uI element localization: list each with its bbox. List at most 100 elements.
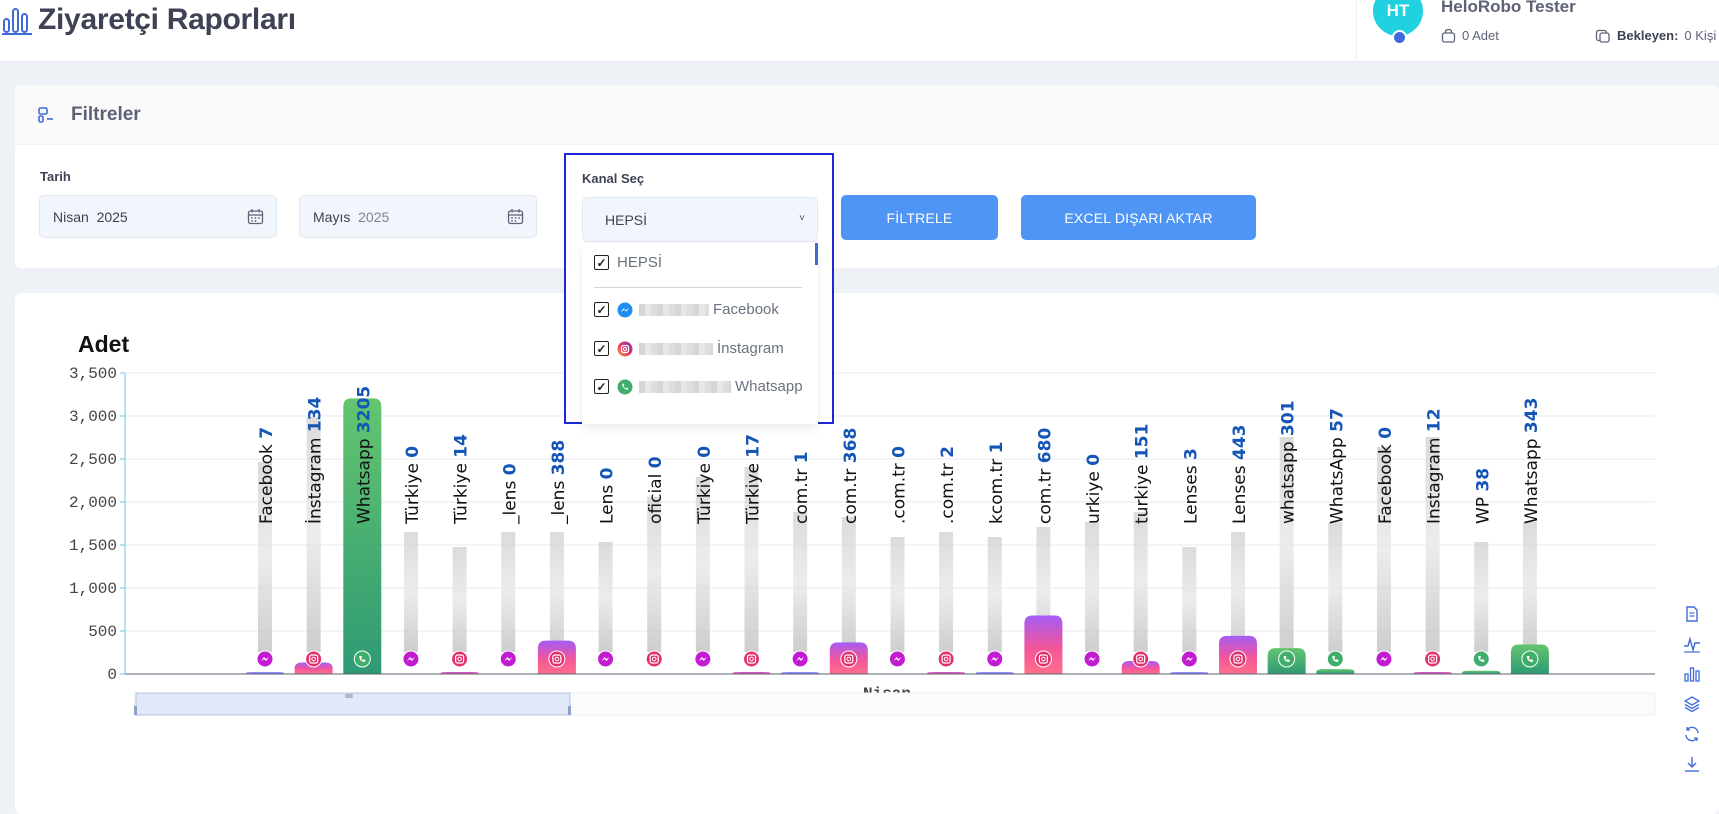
bar-label: com.tr 1 [792,451,812,524]
channel-option-instagram[interactable]: ✓ İnstagram [594,340,784,357]
value-label: 0 [500,463,520,475]
channel-option-facebook[interactable]: ✓ Facebook [594,301,779,318]
value-label: 14 [452,434,472,458]
y-tick-label: 0 [107,666,117,684]
instagram-icon [840,650,858,668]
data-zoom-handle-right[interactable] [568,706,571,715]
redacted-label [598,542,613,652]
excel-export-button[interactable]: EXCEL DIŞARI AKTAR [1021,195,1256,240]
dropdown-scrollbar[interactable] [815,243,818,265]
filter-icon [38,106,53,123]
y-tick-label: 3,000 [69,408,117,426]
value-label: 0 [403,446,423,458]
instagram-icon [1424,650,1442,668]
checkbox-checked-icon[interactable]: ✓ [594,302,609,317]
whatsapp-icon [1278,650,1296,668]
category-label: com.tr [841,463,861,524]
category-label: oficial [646,468,666,524]
chart-title: Adet [78,331,129,357]
redacted-name [639,303,709,316]
whatsapp-icon [617,379,633,394]
instagram-icon [1229,650,1247,668]
value-label: 343 [1522,398,1542,434]
data-zoom-handle-left[interactable] [134,706,137,715]
category-label: İnstagram [305,432,326,524]
channel-option-all[interactable]: ✓ HEPSİ [594,254,662,271]
channel-selected-value: HEPSİ [605,212,648,228]
category-label: kcom.tr [987,453,1007,524]
y-tick-label: 1,500 [69,537,117,555]
category-label: whatsapp [1279,436,1299,524]
bar-label: .com.tr 0 [889,446,909,524]
filter-header: Filtreler [15,85,1719,145]
category-label: com.tr [1035,463,1055,524]
end-date-input[interactable]: Mayıs 2025 [299,195,537,238]
bar-label: kcom.tr 1 [987,442,1007,524]
calendar-icon[interactable] [507,208,524,225]
bar-label: Facebook 0 [1376,427,1396,524]
value-label: 151 [1133,424,1153,460]
chevron-down-icon[interactable]: ˅ [799,213,805,224]
bar-label: Lenses 443 [1230,425,1250,524]
redacted-label [793,512,808,652]
whatsapp-icon [1472,650,1490,668]
calendar-icon[interactable] [247,208,264,225]
data-view-icon[interactable] [1683,605,1701,623]
bar-label: com.tr 680 [1035,428,1055,524]
bar-label: WhatsApp 57 [1327,408,1347,524]
category-label: WP [1473,492,1493,524]
value-label: 0 [1084,454,1104,466]
download-icon[interactable] [1683,755,1701,773]
instagram-icon [617,341,633,356]
checkbox-checked-icon[interactable]: ✓ [594,341,609,356]
online-status-icon [1392,30,1407,45]
checkbox-checked-icon[interactable]: ✓ [594,379,609,394]
bar-label: Türkiye 0 [695,446,715,525]
channel-option-whatsapp[interactable]: ✓ Whatsapp [594,378,803,395]
value-label: 3205 [354,386,374,433]
category-label: Türkiye [403,458,423,525]
line-chart-icon[interactable] [1683,635,1701,653]
user-panel[interactable]: HT HeloRobo Tester 0 Adet Bekleyen: 0 Ki… [1356,0,1719,62]
category-label: Lens [598,479,618,524]
category-label: Facebook [1376,439,1396,524]
bar-label: Instagram 12 [1425,408,1445,524]
refresh-icon[interactable] [1683,725,1701,743]
bar-label: turkiye 151 [1133,424,1153,524]
stack-icon[interactable] [1683,695,1701,713]
bar-label: oficial 0 [646,456,666,524]
checkbox-checked-icon[interactable]: ✓ [594,255,609,270]
end-year: 2025 [358,208,390,225]
bar-label: urkiye 0 [1084,454,1104,524]
filter-card: Filtreler Tarih Nisan 2025 Mayıs 2025 Fİ… [15,85,1719,268]
bar-label: .com.tr 2 [938,446,958,524]
redacted-label [1133,512,1148,652]
value-label: 38 [1473,468,1493,492]
value-label: 0 [695,446,715,458]
redacted-label [890,537,905,652]
instagram-icon [451,650,469,668]
data-zoom-grip[interactable] [345,694,353,698]
filter-title: Filtreler [71,103,141,125]
adet-stat: 0 Adet [1441,28,1499,43]
redacted-label [1522,522,1537,652]
bar-label: Türkiye 14 [452,434,472,525]
filter-button[interactable]: FİLTRELE [841,195,998,240]
category-label: Lenses [1181,460,1201,524]
category-label: _lens [549,475,569,525]
bar-chart-icon[interactable] [1683,665,1701,683]
bar[interactable] [1316,669,1355,674]
category-label: _lens [500,475,520,525]
category-label: turkiye [1133,459,1153,524]
waiting-icon [1595,29,1610,43]
chart-card: Adet 0 500 1,000 1,500 2,000 2,500 3,000 3,500 … [15,293,1719,814]
category-label: Instagram [1425,432,1445,524]
redacted-label [1231,532,1245,652]
category-label: Whatsapp [1522,433,1542,524]
bar-label: Türkiye 17 [744,434,764,525]
bar-label: WP 38 [1473,468,1493,524]
value-label: 134 [306,396,326,432]
channel-select[interactable]: HEPSİ ˅ [582,197,818,242]
start-date-input[interactable]: Nisan 2025 [39,195,277,238]
channel-dropdown-list: ✓ HEPSİ ✓ Facebook ✓ İnstagram ✓ Whatsap… [582,243,818,424]
